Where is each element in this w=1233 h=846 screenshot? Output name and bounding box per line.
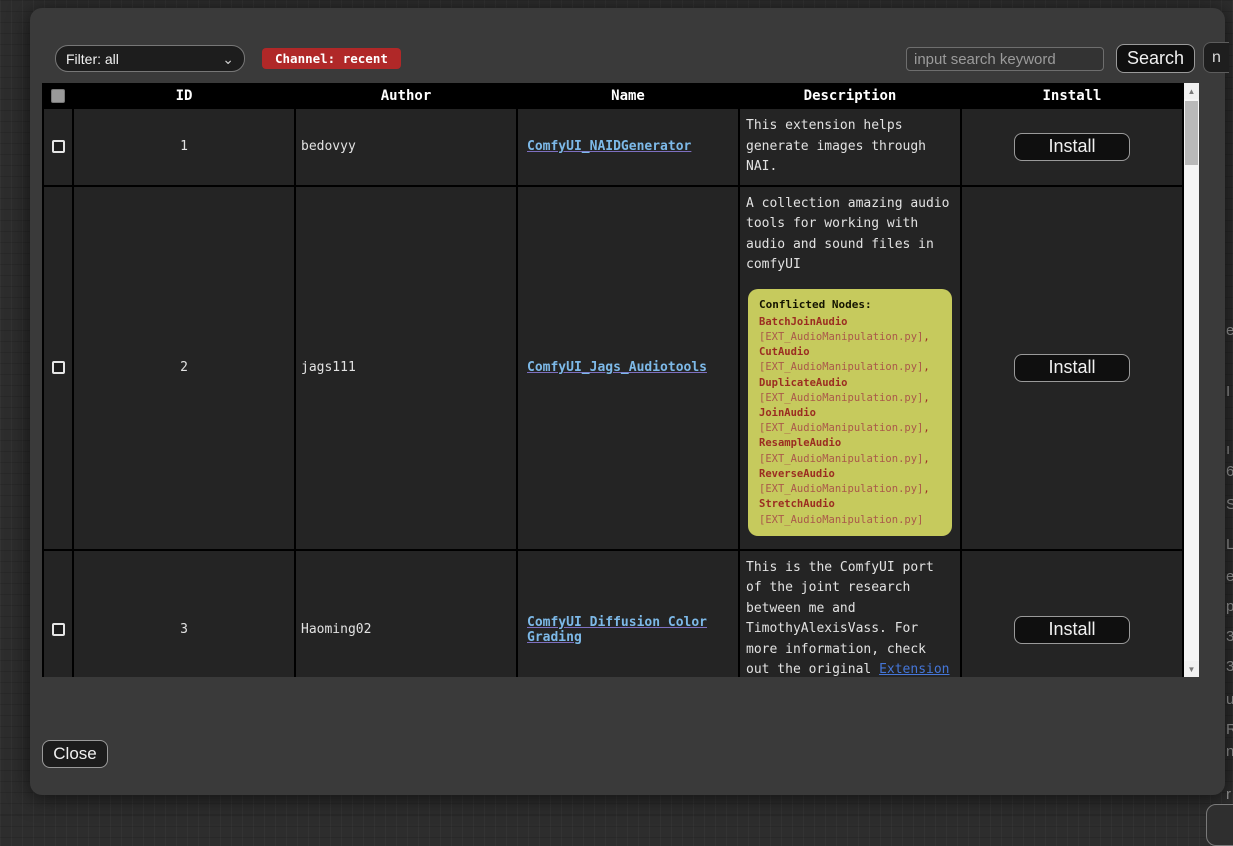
row-install-cell: Install <box>961 550 1183 677</box>
scrollbar-up-arrow-icon[interactable]: ▲ <box>1184 83 1199 99</box>
background-text-fragment: p <box>1226 598 1233 615</box>
extension-table-container: ID Author Name Description Install 1 bed… <box>42 83 1199 677</box>
filter-select[interactable]: Filter: all ⌄ <box>55 45 245 72</box>
channel-badge-label: Channel: recent <box>275 51 388 66</box>
background-text-fragment: R <box>1226 721 1233 738</box>
row-id: 2 <box>73 186 295 550</box>
row-checkbox[interactable] <box>52 140 65 153</box>
row-id: 3 <box>73 550 295 677</box>
table-row: 1 bedovyy ComfyUI_NAIDGenerator This ext… <box>43 108 1183 186</box>
background-text-fragment: e <box>1226 568 1233 585</box>
select-all-checkbox[interactable] <box>51 89 65 103</box>
background-text-fragment: 6 <box>1226 463 1233 480</box>
header-select-all-cell <box>43 84 73 108</box>
scrollbar-down-arrow-icon[interactable]: ▼ <box>1184 661 1199 677</box>
filter-select-value: Filter: all <box>66 51 119 67</box>
table-row: 2 jags111 ComfyUI_Jags_Audiotools A coll… <box>43 186 1183 550</box>
install-button[interactable]: Install <box>1014 354 1130 382</box>
search-input[interactable] <box>906 47 1104 71</box>
row-author: jags111 <box>295 186 517 550</box>
row-name-cell: ComfyUI_Jags_Audiotools <box>517 186 739 550</box>
background-text-fragment: S <box>1226 496 1233 513</box>
header-name: Name <box>517 84 739 108</box>
background-text-fragment: 3 <box>1226 658 1233 675</box>
table-header-row: ID Author Name Description Install <box>43 84 1183 108</box>
install-button[interactable]: Install <box>1014 616 1130 644</box>
row-author: Haoming02 <box>295 550 517 677</box>
row-author: bedovyy <box>295 108 517 186</box>
row-description: This is the ComfyUI port of the joint re… <box>746 560 950 677</box>
background-text-fragment: I <box>1226 383 1230 400</box>
channel-badge: Channel: recent <box>262 48 401 69</box>
row-install-cell: Install <box>961 108 1183 186</box>
table-scrollbar[interactable]: ▲ ▼ <box>1184 83 1199 677</box>
header-description: Description <box>739 84 961 108</box>
row-name-cell: ComfyUI_NAIDGenerator <box>517 108 739 186</box>
background-text-fragment: u <box>1226 691 1233 708</box>
search-button[interactable]: Search <box>1116 44 1195 73</box>
row-install-cell: Install <box>961 186 1183 550</box>
row-description: This extension helps generate images thr… <box>746 118 926 174</box>
conflicted-nodes-box: Conflicted Nodes:BatchJoinAudio [EXT_Aud… <box>748 289 952 536</box>
table-body: 1 bedovyy ComfyUI_NAIDGenerator This ext… <box>43 108 1183 677</box>
chevron-down-icon: ⌄ <box>222 54 234 64</box>
extension-name-link[interactable]: ComfyUI Diffusion Color Grading <box>527 615 707 645</box>
row-checkbox-cell <box>43 550 73 677</box>
extension-manager-dialog: Filter: all ⌄ Channel: recent Search ID … <box>30 8 1225 795</box>
close-button[interactable]: Close <box>42 740 108 768</box>
row-description-cell: This is the ComfyUI port of the joint re… <box>739 550 961 677</box>
row-checkbox[interactable] <box>52 361 65 374</box>
background-text-fragment: ı <box>1226 441 1230 458</box>
install-button[interactable]: Install <box>1014 133 1130 161</box>
scrollbar-thumb[interactable] <box>1185 101 1198 165</box>
row-id: 1 <box>73 108 295 186</box>
background-text-fragment: n <box>1226 743 1233 760</box>
row-checkbox-cell <box>43 108 73 186</box>
header-id: ID <box>73 84 295 108</box>
background-text-fragment: L <box>1226 536 1233 553</box>
row-name-cell: ComfyUI Diffusion Color Grading <box>517 550 739 677</box>
background-text-fragment: 3 <box>1226 628 1233 645</box>
description-link[interactable]: Extension <box>879 662 949 677</box>
row-description-cell: This extension helps generate images thr… <box>739 108 961 186</box>
scrollbar-track[interactable] <box>1184 99 1199 661</box>
table-row: 3 Haoming02 ComfyUI Diffusion Color Grad… <box>43 550 1183 677</box>
header-install: Install <box>961 84 1183 108</box>
row-description-cell: A collection amazing audio tools for wor… <box>739 186 961 550</box>
background-text-fragment: r <box>1226 786 1231 803</box>
background-bottom-right-button-fragment <box>1206 804 1233 846</box>
row-description: A collection amazing audio tools for wor… <box>746 196 950 273</box>
extension-table: ID Author Name Description Install 1 bed… <box>42 83 1184 677</box>
row-checkbox[interactable] <box>52 623 65 636</box>
extension-name-link[interactable]: ComfyUI_Jags_Audiotools <box>527 360 707 375</box>
header-author: Author <box>295 84 517 108</box>
background-button-fragment: n <box>1203 42 1229 73</box>
background-text-fragment: e <box>1226 322 1233 339</box>
background-fragment-text: n <box>1212 49 1221 67</box>
extension-name-link[interactable]: ComfyUI_NAIDGenerator <box>527 139 691 154</box>
row-checkbox-cell <box>43 186 73 550</box>
